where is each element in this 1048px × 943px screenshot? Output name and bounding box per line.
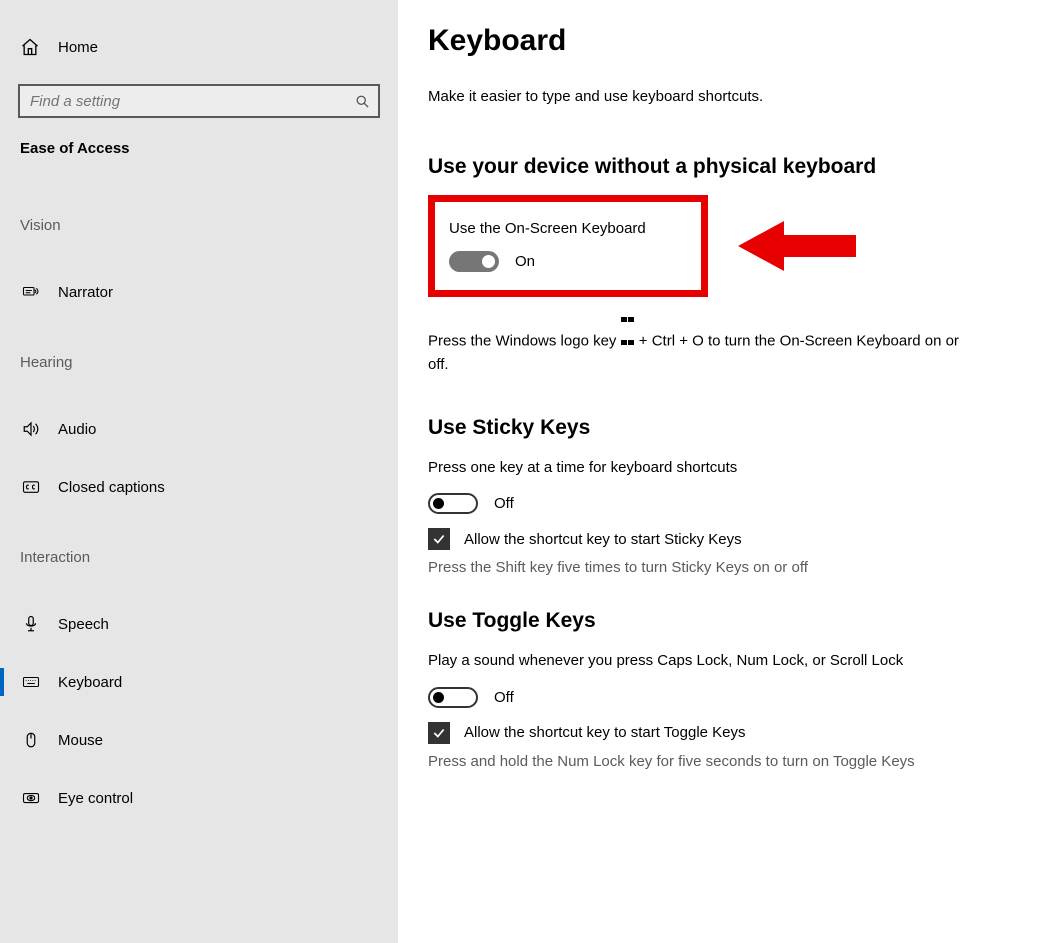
sticky-label: Press one key at a time for keyboard sho… xyxy=(428,456,968,479)
osk-highlight-wrap: Use the On-Screen Keyboard On xyxy=(428,195,1008,297)
togglekeys-shortcut-label: Allow the shortcut key to start Toggle K… xyxy=(464,724,746,741)
sidebar-group-interaction: Interaction xyxy=(0,549,398,566)
sidebar-item-label: Closed captions xyxy=(58,479,165,496)
osk-toggle[interactable] xyxy=(449,251,499,272)
sidebar-item-label: Mouse xyxy=(58,732,103,749)
sticky-toggle-state: Off xyxy=(494,495,514,512)
sidebar-group-hearing: Hearing xyxy=(0,354,398,371)
sidebar-current-page: Ease of Access xyxy=(0,140,398,157)
section-sticky-heading: Use Sticky Keys xyxy=(428,416,1008,440)
sidebar-item-label: Speech xyxy=(58,616,109,633)
audio-icon xyxy=(20,419,42,439)
osk-toggle-state: On xyxy=(515,253,535,270)
cc-icon xyxy=(20,477,42,497)
sidebar-item-eye-control[interactable]: Eye control xyxy=(0,776,398,820)
togglekeys-toggle-state: Off xyxy=(494,689,514,706)
narrator-icon xyxy=(20,282,42,302)
sidebar-item-label: Audio xyxy=(58,421,96,438)
nav-home[interactable]: Home xyxy=(0,28,398,66)
keyboard-icon xyxy=(20,672,42,692)
sidebar-item-label: Narrator xyxy=(58,284,113,301)
mouse-icon xyxy=(20,730,42,750)
osk-hint: Press the Windows logo key + Ctrl + O to… xyxy=(428,307,968,376)
annotation-highlight-box: Use the On-Screen Keyboard On xyxy=(428,195,708,297)
sticky-shortcut-checkbox[interactable] xyxy=(428,528,450,550)
sidebar-item-label: Keyboard xyxy=(58,674,122,691)
search-box[interactable] xyxy=(18,84,380,118)
sidebar-item-narrator[interactable]: Narrator xyxy=(0,270,398,314)
togglekeys-label: Play a sound whenever you press Caps Loc… xyxy=(428,649,968,672)
osk-hint-before: Press the Windows logo key xyxy=(428,332,621,349)
sidebar-item-label: Eye control xyxy=(58,790,133,807)
annotation-arrow-icon xyxy=(738,217,858,271)
page-intro: Make it easier to type and use keyboard … xyxy=(428,88,1008,105)
page-title: Keyboard xyxy=(428,24,1008,58)
settings-sidebar: Home Ease of Access Vision Narrat xyxy=(0,0,398,943)
sidebar-group-vision: Vision xyxy=(0,217,398,234)
eye-icon xyxy=(20,788,42,808)
speech-icon xyxy=(20,614,42,634)
sidebar-item-mouse[interactable]: Mouse xyxy=(0,718,398,762)
togglekeys-shortcut-checkbox[interactable] xyxy=(428,722,450,744)
search-input[interactable] xyxy=(20,93,346,110)
sidebar-item-speech[interactable]: Speech xyxy=(0,602,398,646)
main-panel: Keyboard Make it easier to type and use … xyxy=(398,0,1048,943)
sticky-hint: Press the Shift key five times to turn S… xyxy=(428,556,968,579)
search-icon xyxy=(346,94,378,109)
section-osk-heading: Use your device without a physical keybo… xyxy=(428,155,1008,179)
windows-key-icon xyxy=(621,307,635,319)
togglekeys-hint: Press and hold the Num Lock key for five… xyxy=(428,750,968,773)
sticky-shortcut-label: Allow the shortcut key to start Sticky K… xyxy=(464,531,742,548)
home-icon xyxy=(20,37,40,57)
sticky-toggle[interactable] xyxy=(428,493,478,514)
sidebar-item-keyboard[interactable]: Keyboard xyxy=(0,660,398,704)
search-container xyxy=(18,84,380,118)
sidebar-item-closed-captions[interactable]: Closed captions xyxy=(0,465,398,509)
osk-label: Use the On-Screen Keyboard xyxy=(449,220,687,237)
section-toggle-heading: Use Toggle Keys xyxy=(428,609,1008,633)
togglekeys-toggle[interactable] xyxy=(428,687,478,708)
nav-home-label: Home xyxy=(58,39,98,56)
sidebar-item-audio[interactable]: Audio xyxy=(0,407,398,451)
